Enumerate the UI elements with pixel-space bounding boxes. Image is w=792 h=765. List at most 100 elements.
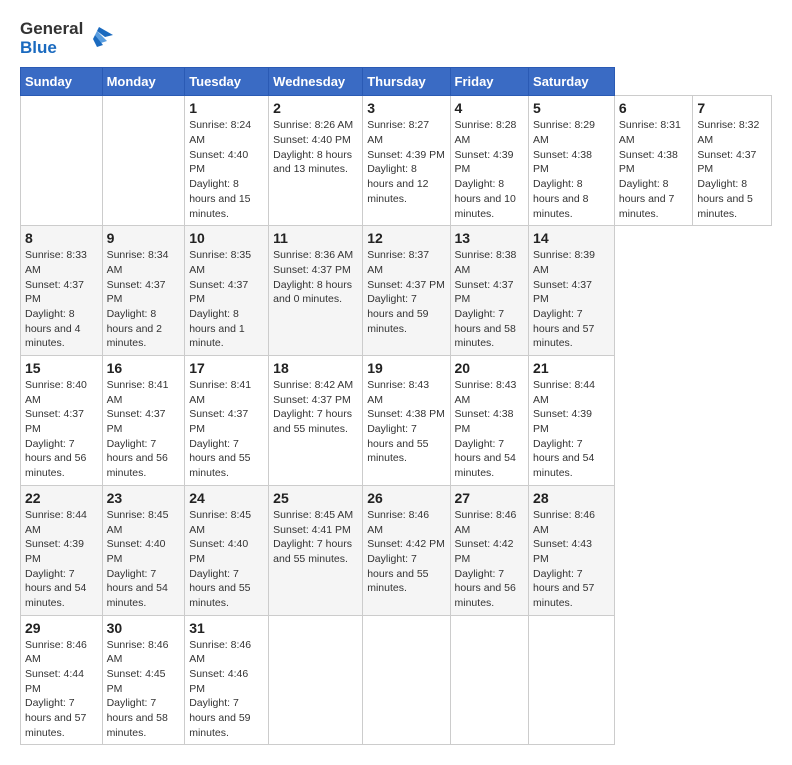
day-info: Sunrise: 8:31 AMSunset: 4:38 PMDaylight:… <box>619 118 689 221</box>
day-number: 6 <box>619 100 689 116</box>
day-info: Sunrise: 8:44 AMSunset: 4:39 PMDaylight:… <box>25 508 98 611</box>
day-cell-22: 22 Sunrise: 8:44 AMSunset: 4:39 PMDaylig… <box>21 485 103 615</box>
day-number: 5 <box>533 100 610 116</box>
header-monday: Monday <box>102 68 185 96</box>
day-number: 26 <box>367 490 445 506</box>
calendar-body: 1 Sunrise: 8:24 AMSunset: 4:40 PMDayligh… <box>21 96 772 745</box>
day-info: Sunrise: 8:28 AMSunset: 4:39 PMDaylight:… <box>455 118 525 221</box>
day-number: 15 <box>25 360 98 376</box>
day-cell-5: 5 Sunrise: 8:29 AMSunset: 4:38 PMDayligh… <box>529 96 615 226</box>
day-number: 7 <box>697 100 767 116</box>
day-info: Sunrise: 8:42 AMSunset: 4:37 PMDaylight:… <box>273 378 358 437</box>
day-info: Sunrise: 8:43 AMSunset: 4:38 PMDaylight:… <box>367 378 445 466</box>
day-cell-3: 3 Sunrise: 8:27 AMSunset: 4:39 PMDayligh… <box>363 96 450 226</box>
day-cell-9: 9 Sunrise: 8:34 AMSunset: 4:37 PMDayligh… <box>102 226 185 356</box>
day-info: Sunrise: 8:27 AMSunset: 4:39 PMDaylight:… <box>367 118 445 206</box>
day-cell-23: 23 Sunrise: 8:45 AMSunset: 4:40 PMDaylig… <box>102 485 185 615</box>
day-info: Sunrise: 8:36 AMSunset: 4:37 PMDaylight:… <box>273 248 358 307</box>
day-cell-15: 15 Sunrise: 8:40 AMSunset: 4:37 PMDaylig… <box>21 356 103 486</box>
day-info: Sunrise: 8:37 AMSunset: 4:37 PMDaylight:… <box>367 248 445 336</box>
week-row-5: 29 Sunrise: 8:46 AMSunset: 4:44 PMDaylig… <box>21 615 772 745</box>
day-cell-2: 2 Sunrise: 8:26 AMSunset: 4:40 PMDayligh… <box>269 96 363 226</box>
day-info: Sunrise: 8:41 AMSunset: 4:37 PMDaylight:… <box>107 378 181 481</box>
day-number: 10 <box>189 230 264 246</box>
empty-cell <box>363 615 450 745</box>
day-info: Sunrise: 8:46 AMSunset: 4:45 PMDaylight:… <box>107 638 181 741</box>
day-number: 11 <box>273 230 358 246</box>
day-number: 13 <box>455 230 525 246</box>
empty-cell <box>21 96 103 226</box>
day-info: Sunrise: 8:33 AMSunset: 4:37 PMDaylight:… <box>25 248 98 351</box>
day-cell-11: 11 Sunrise: 8:36 AMSunset: 4:37 PMDaylig… <box>269 226 363 356</box>
day-cell-29: 29 Sunrise: 8:46 AMSunset: 4:44 PMDaylig… <box>21 615 103 745</box>
day-info: Sunrise: 8:46 AMSunset: 4:42 PMDaylight:… <box>455 508 525 611</box>
logo-blue-text: Blue <box>20 39 83 58</box>
day-number: 27 <box>455 490 525 506</box>
week-row-2: 8 Sunrise: 8:33 AMSunset: 4:37 PMDayligh… <box>21 226 772 356</box>
empty-cell <box>450 615 529 745</box>
calendar-table: SundayMondayTuesdayWednesdayThursdayFrid… <box>20 67 772 745</box>
day-number: 4 <box>455 100 525 116</box>
day-info: Sunrise: 8:45 AMSunset: 4:41 PMDaylight:… <box>273 508 358 567</box>
logo: General Blue <box>20 20 113 57</box>
day-cell-7: 7 Sunrise: 8:32 AMSunset: 4:37 PMDayligh… <box>693 96 772 226</box>
day-cell-1: 1 Sunrise: 8:24 AMSunset: 4:40 PMDayligh… <box>185 96 269 226</box>
logo-bird-icon <box>85 25 113 53</box>
week-row-4: 22 Sunrise: 8:44 AMSunset: 4:39 PMDaylig… <box>21 485 772 615</box>
day-info: Sunrise: 8:46 AMSunset: 4:46 PMDaylight:… <box>189 638 264 741</box>
day-info: Sunrise: 8:35 AMSunset: 4:37 PMDaylight:… <box>189 248 264 351</box>
week-row-3: 15 Sunrise: 8:40 AMSunset: 4:37 PMDaylig… <box>21 356 772 486</box>
day-cell-19: 19 Sunrise: 8:43 AMSunset: 4:38 PMDaylig… <box>363 356 450 486</box>
day-info: Sunrise: 8:46 AMSunset: 4:43 PMDaylight:… <box>533 508 610 611</box>
logo-graphic: General Blue <box>20 20 113 57</box>
day-number: 30 <box>107 620 181 636</box>
day-info: Sunrise: 8:45 AMSunset: 4:40 PMDaylight:… <box>107 508 181 611</box>
day-info: Sunrise: 8:26 AMSunset: 4:40 PMDaylight:… <box>273 118 358 177</box>
day-cell-30: 30 Sunrise: 8:46 AMSunset: 4:45 PMDaylig… <box>102 615 185 745</box>
day-cell-18: 18 Sunrise: 8:42 AMSunset: 4:37 PMDaylig… <box>269 356 363 486</box>
empty-cell <box>269 615 363 745</box>
day-info: Sunrise: 8:46 AMSunset: 4:42 PMDaylight:… <box>367 508 445 596</box>
day-number: 22 <box>25 490 98 506</box>
day-cell-31: 31 Sunrise: 8:46 AMSunset: 4:46 PMDaylig… <box>185 615 269 745</box>
day-info: Sunrise: 8:32 AMSunset: 4:37 PMDaylight:… <box>697 118 767 221</box>
day-cell-14: 14 Sunrise: 8:39 AMSunset: 4:37 PMDaylig… <box>529 226 615 356</box>
empty-cell <box>102 96 185 226</box>
day-cell-20: 20 Sunrise: 8:43 AMSunset: 4:38 PMDaylig… <box>450 356 529 486</box>
day-number: 16 <box>107 360 181 376</box>
day-info: Sunrise: 8:40 AMSunset: 4:37 PMDaylight:… <box>25 378 98 481</box>
header-thursday: Thursday <box>363 68 450 96</box>
header-sunday: Sunday <box>21 68 103 96</box>
day-info: Sunrise: 8:24 AMSunset: 4:40 PMDaylight:… <box>189 118 264 221</box>
empty-cell <box>529 615 615 745</box>
day-cell-6: 6 Sunrise: 8:31 AMSunset: 4:38 PMDayligh… <box>614 96 693 226</box>
day-info: Sunrise: 8:41 AMSunset: 4:37 PMDaylight:… <box>189 378 264 481</box>
header-wednesday: Wednesday <box>269 68 363 96</box>
day-info: Sunrise: 8:46 AMSunset: 4:44 PMDaylight:… <box>25 638 98 741</box>
day-number: 1 <box>189 100 264 116</box>
day-number: 20 <box>455 360 525 376</box>
day-number: 3 <box>367 100 445 116</box>
day-number: 18 <box>273 360 358 376</box>
logo-general-text: General <box>20 20 83 39</box>
day-cell-8: 8 Sunrise: 8:33 AMSunset: 4:37 PMDayligh… <box>21 226 103 356</box>
day-info: Sunrise: 8:34 AMSunset: 4:37 PMDaylight:… <box>107 248 181 351</box>
header-friday: Friday <box>450 68 529 96</box>
day-cell-4: 4 Sunrise: 8:28 AMSunset: 4:39 PMDayligh… <box>450 96 529 226</box>
day-info: Sunrise: 8:45 AMSunset: 4:40 PMDaylight:… <box>189 508 264 611</box>
day-cell-10: 10 Sunrise: 8:35 AMSunset: 4:37 PMDaylig… <box>185 226 269 356</box>
header-saturday: Saturday <box>529 68 615 96</box>
day-number: 8 <box>25 230 98 246</box>
day-cell-17: 17 Sunrise: 8:41 AMSunset: 4:37 PMDaylig… <box>185 356 269 486</box>
day-cell-27: 27 Sunrise: 8:46 AMSunset: 4:42 PMDaylig… <box>450 485 529 615</box>
header-tuesday: Tuesday <box>185 68 269 96</box>
day-number: 21 <box>533 360 610 376</box>
week-row-1: 1 Sunrise: 8:24 AMSunset: 4:40 PMDayligh… <box>21 96 772 226</box>
day-number: 25 <box>273 490 358 506</box>
day-cell-12: 12 Sunrise: 8:37 AMSunset: 4:37 PMDaylig… <box>363 226 450 356</box>
day-info: Sunrise: 8:29 AMSunset: 4:38 PMDaylight:… <box>533 118 610 221</box>
day-number: 24 <box>189 490 264 506</box>
day-number: 29 <box>25 620 98 636</box>
day-info: Sunrise: 8:39 AMSunset: 4:37 PMDaylight:… <box>533 248 610 351</box>
day-number: 19 <box>367 360 445 376</box>
